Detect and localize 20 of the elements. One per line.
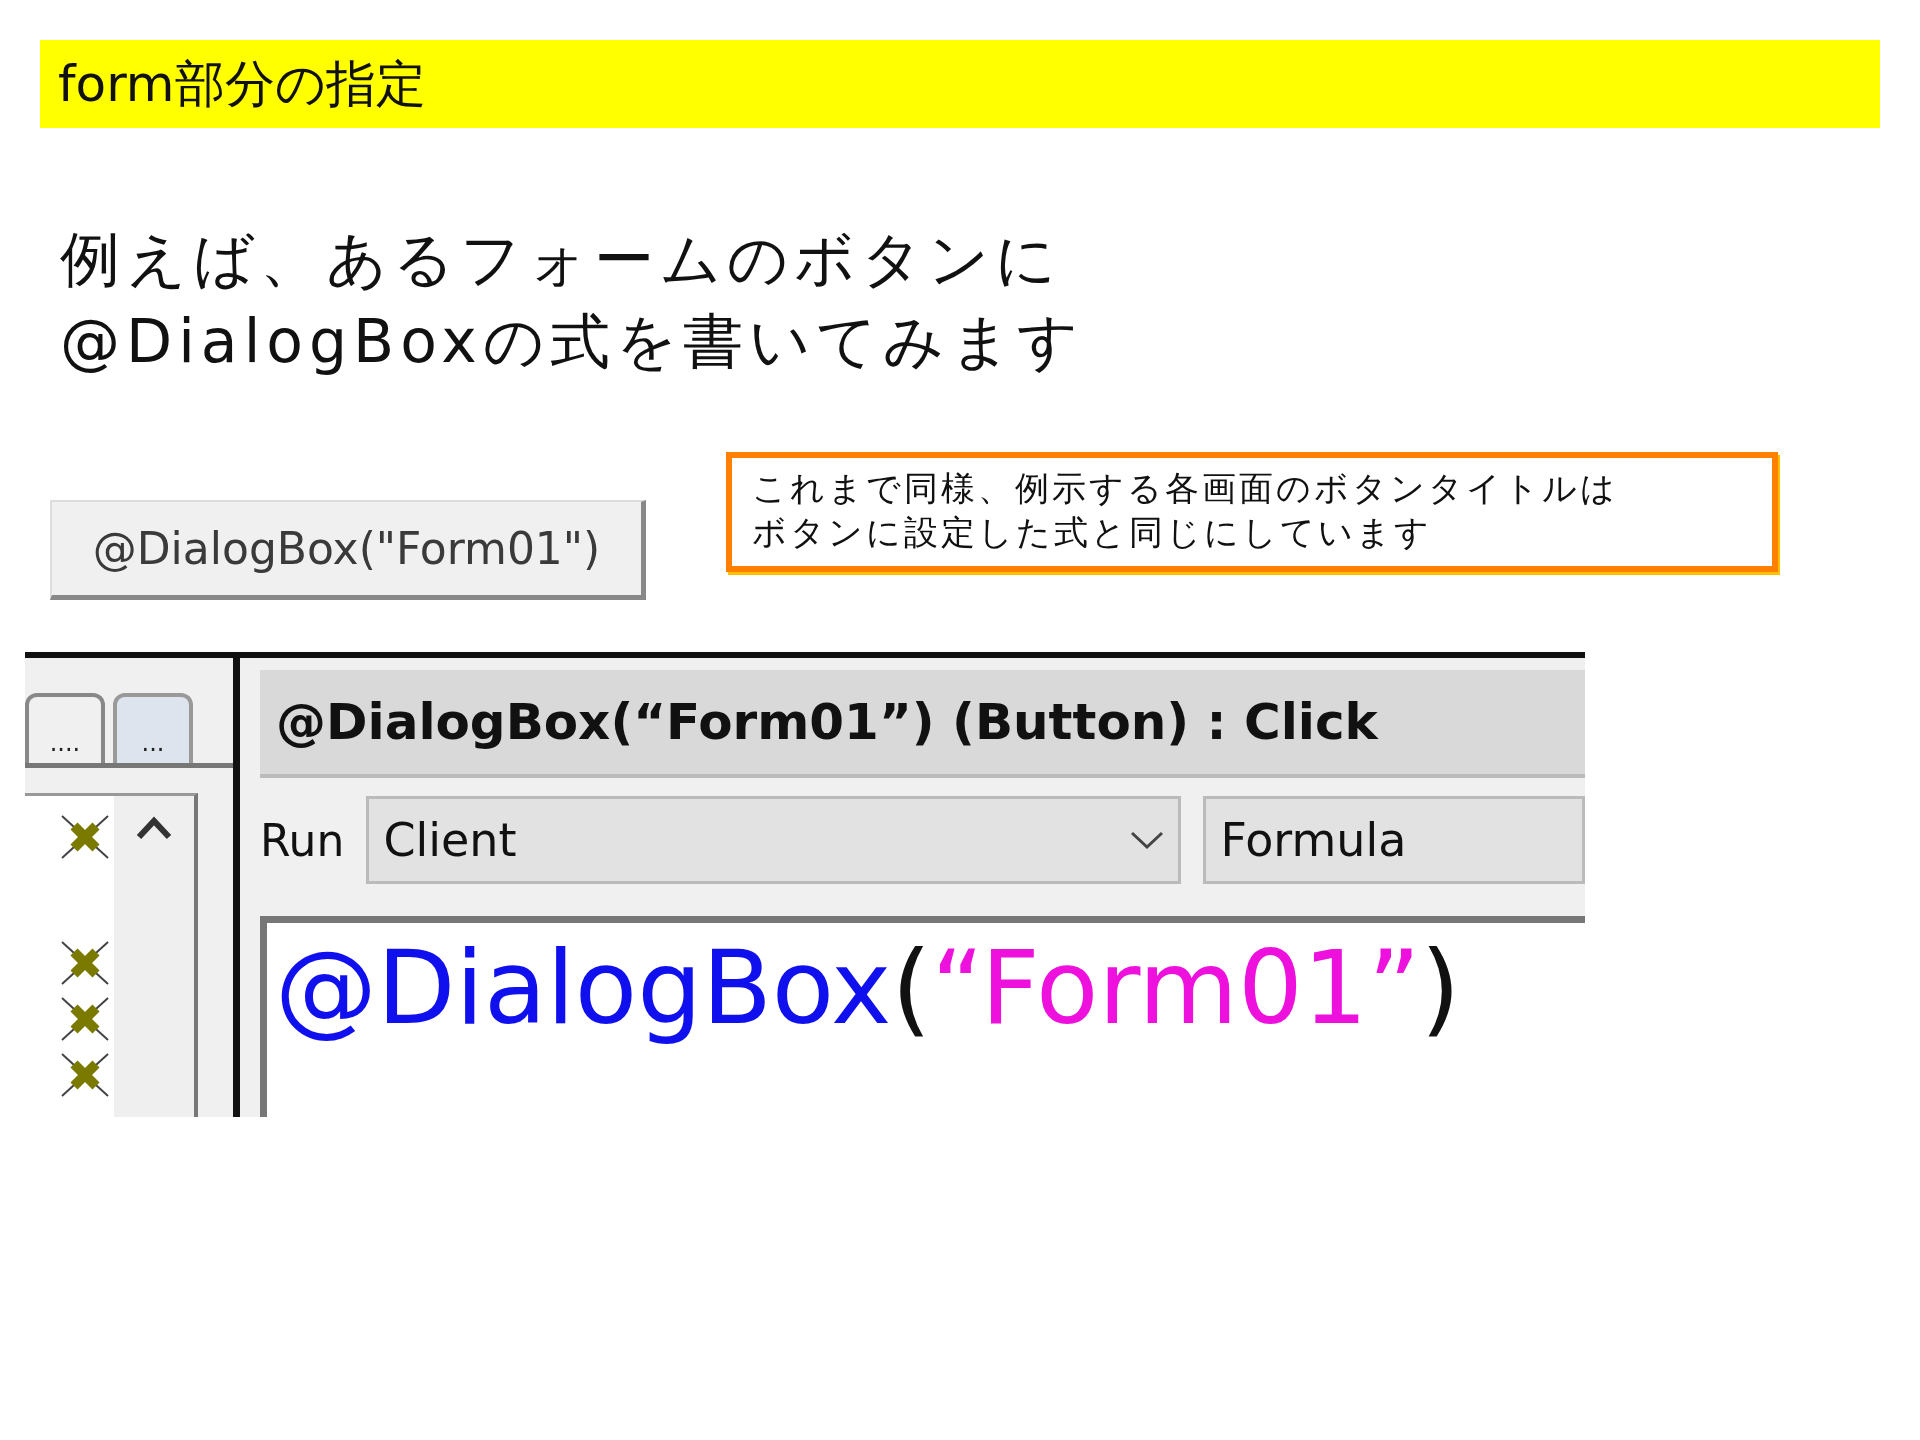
run-dropdown[interactable]: Client xyxy=(366,796,1182,884)
cross-icon xyxy=(60,996,110,1042)
cross-icon xyxy=(60,1052,110,1098)
intro-line: 例えば、あるフォームのボタンに xyxy=(60,223,1063,296)
event-title: @DialogBox(“Form01”) (Button) : Click xyxy=(260,670,1585,778)
tab[interactable]: .... xyxy=(25,693,105,763)
note-text: これまで同様、例示する各画面のボタンタイトルは xyxy=(752,467,1619,510)
intro-line: @DialogBoxの式を書いてみます xyxy=(60,305,1085,378)
note-text: ボタンに設定した式と同じにしています xyxy=(752,511,1433,554)
cross-icon xyxy=(60,814,110,860)
type-dropdown[interactable]: Formula xyxy=(1203,796,1585,884)
chevron-down-icon xyxy=(1130,830,1165,850)
form-button[interactable]: @DialogBox("Form01") xyxy=(50,500,646,600)
run-label: Run xyxy=(260,814,345,866)
slide-title: form部分の指定 xyxy=(40,40,1880,128)
code-line: @DialogBox(“Form01”) xyxy=(275,927,1462,1049)
scroll-up-icon[interactable] xyxy=(136,816,172,840)
cross-icon xyxy=(60,940,110,986)
code-editor[interactable]: @DialogBox(“Form01”) xyxy=(260,916,1585,1117)
tab[interactable]: ... xyxy=(113,693,193,763)
